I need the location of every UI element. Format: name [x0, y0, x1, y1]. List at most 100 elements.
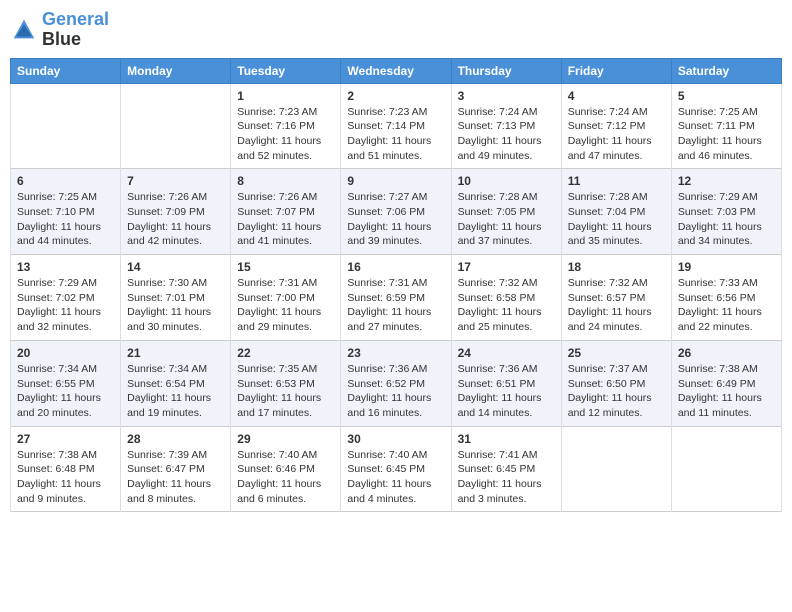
calendar-cell: 4 Sunrise: 7:24 AM Sunset: 7:12 PM Daylig… [561, 83, 671, 169]
day-info: Sunrise: 7:37 AM Sunset: 6:50 PM Dayligh… [568, 362, 665, 421]
calendar-cell: 15Sunrise: 7:31 AM Sunset: 7:00 PM Dayli… [231, 255, 341, 341]
calendar-cell: 22 Sunrise: 7:35 AM Sunset: 6:53 PM Dayli… [231, 340, 341, 426]
calendar-cell: 23 Sunrise: 7:36 AM Sunset: 6:52 PM Dayli… [341, 340, 451, 426]
day-header-sunday: Sunday [11, 58, 121, 83]
calendar-cell: 20 Sunrise: 7:34 AM Sunset: 6:55 PM Dayli… [11, 340, 121, 426]
day-number: 1 [237, 89, 334, 103]
day-header-wednesday: Wednesday [341, 58, 451, 83]
day-number: 16 [347, 260, 444, 274]
day-number: 24 [458, 346, 555, 360]
calendar-cell: 19 Sunrise: 7:33 AM Sunset: 6:56 PM Dayli… [671, 255, 781, 341]
calendar-cell: 14 Sunrise: 7:30 AM Sunset: 7:01 PM Dayli… [121, 255, 231, 341]
day-header-friday: Friday [561, 58, 671, 83]
day-info: Sunrise: 7:38 AM Sunset: 6:48 PM Dayligh… [17, 448, 114, 507]
day-info: Sunrise: 7:40 AM Sunset: 6:46 PM Dayligh… [237, 448, 334, 507]
day-number: 9 [347, 174, 444, 188]
calendar-cell: 16 Sunrise: 7:31 AM Sunset: 6:59 PM Dayli… [341, 255, 451, 341]
day-number: 31 [458, 432, 555, 446]
calendar-cell: 1 Sunrise: 7:23 AM Sunset: 7:16 PM Daylig… [231, 83, 341, 169]
day-number: 8 [237, 174, 334, 188]
day-info: Sunrise: 7:25 AM Sunset: 7:10 PM Dayligh… [17, 190, 114, 249]
day-info: Sunrise: 7:30 AM Sunset: 7:01 PM Dayligh… [127, 276, 224, 335]
day-info: Sunrise: 7:41 AM Sunset: 6:45 PM Dayligh… [458, 448, 555, 507]
calendar-week-5: 27 Sunrise: 7:38 AM Sunset: 6:48 PM Dayli… [11, 426, 782, 512]
day-number: 5 [678, 89, 775, 103]
day-number: 23 [347, 346, 444, 360]
calendar-cell: 26Sunrise: 7:38 AM Sunset: 6:49 PM Dayli… [671, 340, 781, 426]
day-number: 27 [17, 432, 114, 446]
day-info: Sunrise: 7:29 AM Sunset: 7:03 PM Dayligh… [678, 190, 775, 249]
calendar-cell: 27 Sunrise: 7:38 AM Sunset: 6:48 PM Dayli… [11, 426, 121, 512]
day-info: Sunrise: 7:25 AM Sunset: 7:11 PM Dayligh… [678, 105, 775, 164]
day-info: Sunrise: 7:40 AM Sunset: 6:45 PM Dayligh… [347, 448, 444, 507]
logo: General Blue [10, 10, 109, 50]
calendar-cell: 7 Sunrise: 7:26 AM Sunset: 7:09 PM Daylig… [121, 169, 231, 255]
day-info: Sunrise: 7:26 AM Sunset: 7:09 PM Dayligh… [127, 190, 224, 249]
day-number: 29 [237, 432, 334, 446]
calendar-week-1: 1 Sunrise: 7:23 AM Sunset: 7:16 PM Daylig… [11, 83, 782, 169]
calendar-cell: 6 Sunrise: 7:25 AM Sunset: 7:10 PM Daylig… [11, 169, 121, 255]
day-number: 28 [127, 432, 224, 446]
calendar-cell: 10 Sunrise: 7:28 AM Sunset: 7:05 PM Dayli… [451, 169, 561, 255]
day-info: Sunrise: 7:23 AM Sunset: 7:14 PM Dayligh… [347, 105, 444, 164]
day-info: Sunrise: 7:36 AM Sunset: 6:51 PM Dayligh… [458, 362, 555, 421]
calendar-cell: 24 Sunrise: 7:36 AM Sunset: 6:51 PM Dayli… [451, 340, 561, 426]
day-number: 20 [17, 346, 114, 360]
calendar-cell: 9Sunrise: 7:27 AM Sunset: 7:06 PM Daylig… [341, 169, 451, 255]
calendar-cell: 21 Sunrise: 7:34 AM Sunset: 6:54 PM Dayli… [121, 340, 231, 426]
calendar-cell: 18 Sunrise: 7:32 AM Sunset: 6:57 PM Dayli… [561, 255, 671, 341]
day-number: 2 [347, 89, 444, 103]
day-number: 11 [568, 174, 665, 188]
day-info: Sunrise: 7:33 AM Sunset: 6:56 PM Dayligh… [678, 276, 775, 335]
day-number: 17 [458, 260, 555, 274]
day-number: 21 [127, 346, 224, 360]
day-number: 14 [127, 260, 224, 274]
day-header-saturday: Saturday [671, 58, 781, 83]
calendar-week-4: 20 Sunrise: 7:34 AM Sunset: 6:55 PM Dayli… [11, 340, 782, 426]
calendar-cell: 13 Sunrise: 7:29 AM Sunset: 7:02 PM Dayli… [11, 255, 121, 341]
day-info: Sunrise: 7:34 AM Sunset: 6:54 PM Dayligh… [127, 362, 224, 421]
day-number: 25 [568, 346, 665, 360]
day-number: 10 [458, 174, 555, 188]
day-number: 4 [568, 89, 665, 103]
day-info: Sunrise: 7:36 AM Sunset: 6:52 PM Dayligh… [347, 362, 444, 421]
day-number: 18 [568, 260, 665, 274]
day-info: Sunrise: 7:28 AM Sunset: 7:05 PM Dayligh… [458, 190, 555, 249]
calendar-cell: 17 Sunrise: 7:32 AM Sunset: 6:58 PM Dayli… [451, 255, 561, 341]
calendar-cell: 11Sunrise: 7:28 AM Sunset: 7:04 PM Dayli… [561, 169, 671, 255]
day-info: Sunrise: 7:24 AM Sunset: 7:12 PM Dayligh… [568, 105, 665, 164]
day-number: 12 [678, 174, 775, 188]
calendar-cell: 2 Sunrise: 7:23 AM Sunset: 7:14 PM Daylig… [341, 83, 451, 169]
day-number: 3 [458, 89, 555, 103]
day-number: 6 [17, 174, 114, 188]
day-info: Sunrise: 7:23 AM Sunset: 7:16 PM Dayligh… [237, 105, 334, 164]
calendar-cell [561, 426, 671, 512]
calendar-cell: 28Sunrise: 7:39 AM Sunset: 6:47 PM Dayli… [121, 426, 231, 512]
day-number: 30 [347, 432, 444, 446]
day-number: 22 [237, 346, 334, 360]
calendar-week-3: 13 Sunrise: 7:29 AM Sunset: 7:02 PM Dayli… [11, 255, 782, 341]
day-header-monday: Monday [121, 58, 231, 83]
logo-text: General Blue [42, 10, 109, 50]
calendar-cell: 29 Sunrise: 7:40 AM Sunset: 6:46 PM Dayli… [231, 426, 341, 512]
day-number: 19 [678, 260, 775, 274]
day-info: Sunrise: 7:31 AM Sunset: 6:59 PM Dayligh… [347, 276, 444, 335]
day-info: Sunrise: 7:26 AM Sunset: 7:07 PM Dayligh… [237, 190, 334, 249]
day-info: Sunrise: 7:29 AM Sunset: 7:02 PM Dayligh… [17, 276, 114, 335]
day-number: 13 [17, 260, 114, 274]
calendar-header: SundayMondayTuesdayWednesdayThursdayFrid… [11, 58, 782, 83]
day-info: Sunrise: 7:34 AM Sunset: 6:55 PM Dayligh… [17, 362, 114, 421]
day-info: Sunrise: 7:35 AM Sunset: 6:53 PM Dayligh… [237, 362, 334, 421]
day-number: 7 [127, 174, 224, 188]
calendar-cell [11, 83, 121, 169]
day-number: 15 [237, 260, 334, 274]
calendar-cell: 25 Sunrise: 7:37 AM Sunset: 6:50 PM Dayli… [561, 340, 671, 426]
day-info: Sunrise: 7:32 AM Sunset: 6:57 PM Dayligh… [568, 276, 665, 335]
day-info: Sunrise: 7:32 AM Sunset: 6:58 PM Dayligh… [458, 276, 555, 335]
day-header-thursday: Thursday [451, 58, 561, 83]
calendar-cell: 5 Sunrise: 7:25 AM Sunset: 7:11 PM Daylig… [671, 83, 781, 169]
day-header-tuesday: Tuesday [231, 58, 341, 83]
calendar-body: 1 Sunrise: 7:23 AM Sunset: 7:16 PM Daylig… [11, 83, 782, 512]
day-info: Sunrise: 7:38 AM Sunset: 6:49 PM Dayligh… [678, 362, 775, 421]
day-info: Sunrise: 7:24 AM Sunset: 7:13 PM Dayligh… [458, 105, 555, 164]
